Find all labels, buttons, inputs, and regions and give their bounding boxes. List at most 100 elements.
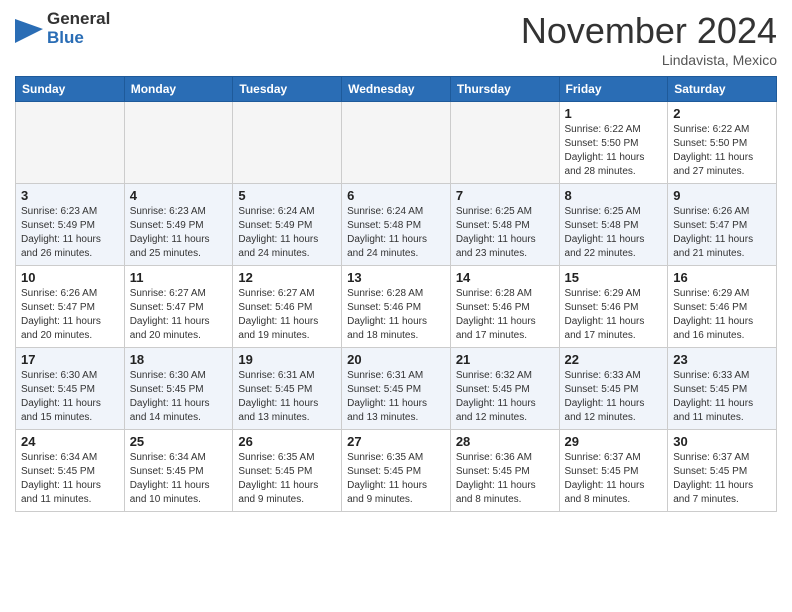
day-number: 24 [21,434,119,449]
calendar-day-cell: 20 Sunrise: 6:31 AMSunset: 5:45 PMDayligh… [342,348,451,430]
day-number: 12 [238,270,336,285]
day-info: Sunrise: 6:29 AMSunset: 5:46 PMDaylight:… [565,287,663,343]
day-info: Sunrise: 6:27 AMSunset: 5:47 PMDaylight:… [130,287,228,343]
day-info: Sunrise: 6:31 AMSunset: 5:45 PMDaylight:… [238,369,336,425]
day-info: Sunrise: 6:23 AMSunset: 5:49 PMDaylight:… [21,205,119,261]
calendar-day-cell: 13 Sunrise: 6:28 AMSunset: 5:46 PMDayligh… [342,266,451,348]
logo-general-text: General [47,10,110,29]
calendar-day-cell [342,102,451,184]
month-title: November 2024 [521,10,777,52]
day-info: Sunrise: 6:24 AMSunset: 5:49 PMDaylight:… [238,205,336,261]
day-number: 18 [130,352,228,367]
location: Lindavista, Mexico [521,52,777,68]
calendar-day-cell: 25 Sunrise: 6:34 AMSunset: 5:45 PMDayligh… [124,430,233,512]
calendar-day-cell: 16 Sunrise: 6:29 AMSunset: 5:46 PMDayligh… [668,266,777,348]
day-info: Sunrise: 6:29 AMSunset: 5:46 PMDaylight:… [673,287,771,343]
weekday-header: Wednesday [342,77,451,102]
calendar-day-cell: 11 Sunrise: 6:27 AMSunset: 5:47 PMDayligh… [124,266,233,348]
calendar-day-cell: 8 Sunrise: 6:25 AMSunset: 5:48 PMDaylight… [559,184,668,266]
logo-blue-text: Blue [47,29,110,48]
day-info: Sunrise: 6:26 AMSunset: 5:47 PMDaylight:… [673,205,771,261]
calendar-week-row: 24 Sunrise: 6:34 AMSunset: 5:45 PMDayligh… [16,430,777,512]
day-info: Sunrise: 6:37 AMSunset: 5:45 PMDaylight:… [673,451,771,507]
day-info: Sunrise: 6:28 AMSunset: 5:46 PMDaylight:… [347,287,445,343]
calendar-day-cell: 4Sunrise: 6:23 AMSunset: 5:49 PMDaylight… [124,184,233,266]
calendar-day-cell: 2 Sunrise: 6:22 AMSunset: 5:50 PMDaylight… [668,102,777,184]
calendar-day-cell: 30 Sunrise: 6:37 AMSunset: 5:45 PMDayligh… [668,430,777,512]
weekday-header-row: SundayMondayTuesdayWednesdayThursdayFrid… [16,77,777,102]
day-info: Sunrise: 6:34 AMSunset: 5:45 PMDaylight:… [21,451,119,507]
logo-wrapper: General Blue [15,10,110,47]
calendar-day-cell [450,102,559,184]
calendar-day-cell: 29Sunrise: 6:37 AMSunset: 5:45 PMDayligh… [559,430,668,512]
day-number: 22 [565,352,663,367]
logo-triangle-icon [15,15,43,43]
calendar-day-cell: 5 Sunrise: 6:24 AMSunset: 5:49 PMDaylight… [233,184,342,266]
calendar-day-cell: 1 Sunrise: 6:22 AMSunset: 5:50 PMDaylight… [559,102,668,184]
calendar-week-row: 17 Sunrise: 6:30 AMSunset: 5:45 PMDayligh… [16,348,777,430]
calendar-day-cell: 14Sunrise: 6:28 AMSunset: 5:46 PMDayligh… [450,266,559,348]
day-info: Sunrise: 6:31 AMSunset: 5:45 PMDaylight:… [347,369,445,425]
day-number: 8 [565,188,663,203]
day-number: 10 [21,270,119,285]
day-number: 23 [673,352,771,367]
day-number: 2 [673,106,771,121]
calendar-day-cell: 15Sunrise: 6:29 AMSunset: 5:46 PMDayligh… [559,266,668,348]
day-number: 25 [130,434,228,449]
day-number: 27 [347,434,445,449]
day-info: Sunrise: 6:27 AMSunset: 5:46 PMDaylight:… [238,287,336,343]
day-info: Sunrise: 6:32 AMSunset: 5:45 PMDaylight:… [456,369,554,425]
calendar-day-cell [233,102,342,184]
day-info: Sunrise: 6:26 AMSunset: 5:47 PMDaylight:… [21,287,119,343]
day-number: 28 [456,434,554,449]
calendar-day-cell: 18 Sunrise: 6:30 AMSunset: 5:45 PMDayligh… [124,348,233,430]
day-number: 3 [21,188,119,203]
calendar-day-cell: 12 Sunrise: 6:27 AMSunset: 5:46 PMDayligh… [233,266,342,348]
page: General Blue November 2024 Lindavista, M… [0,0,792,527]
day-info: Sunrise: 6:34 AMSunset: 5:45 PMDaylight:… [130,451,228,507]
day-number: 17 [21,352,119,367]
day-number: 14 [456,270,554,285]
day-number: 1 [565,106,663,121]
calendar-week-row: 10 Sunrise: 6:26 AMSunset: 5:47 PMDayligh… [16,266,777,348]
calendar-day-cell: 10 Sunrise: 6:26 AMSunset: 5:47 PMDayligh… [16,266,125,348]
calendar-day-cell: 6 Sunrise: 6:24 AMSunset: 5:48 PMDaylight… [342,184,451,266]
day-info: Sunrise: 6:22 AMSunset: 5:50 PMDaylight:… [673,123,771,179]
calendar-day-cell: 24 Sunrise: 6:34 AMSunset: 5:45 PMDayligh… [16,430,125,512]
calendar-day-cell: 9 Sunrise: 6:26 AMSunset: 5:47 PMDaylight… [668,184,777,266]
day-info: Sunrise: 6:24 AMSunset: 5:48 PMDaylight:… [347,205,445,261]
header: General Blue November 2024 Lindavista, M… [15,10,777,68]
day-number: 9 [673,188,771,203]
day-number: 20 [347,352,445,367]
day-info: Sunrise: 6:30 AMSunset: 5:45 PMDaylight:… [130,369,228,425]
weekday-header: Sunday [16,77,125,102]
calendar-day-cell: 21 Sunrise: 6:32 AMSunset: 5:45 PMDayligh… [450,348,559,430]
day-number: 21 [456,352,554,367]
calendar-day-cell: 26Sunrise: 6:35 AMSunset: 5:45 PMDayligh… [233,430,342,512]
title-block: November 2024 Lindavista, Mexico [521,10,777,68]
calendar-day-cell [124,102,233,184]
day-info: Sunrise: 6:25 AMSunset: 5:48 PMDaylight:… [565,205,663,261]
day-number: 7 [456,188,554,203]
day-info: Sunrise: 6:33 AMSunset: 5:45 PMDaylight:… [565,369,663,425]
day-number: 29 [565,434,663,449]
calendar-day-cell: 7Sunrise: 6:25 AMSunset: 5:48 PMDaylight… [450,184,559,266]
calendar-day-cell: 17 Sunrise: 6:30 AMSunset: 5:45 PMDayligh… [16,348,125,430]
day-number: 11 [130,270,228,285]
calendar: SundayMondayTuesdayWednesdayThursdayFrid… [15,76,777,512]
calendar-day-cell: 19 Sunrise: 6:31 AMSunset: 5:45 PMDayligh… [233,348,342,430]
day-info: Sunrise: 6:22 AMSunset: 5:50 PMDaylight:… [565,123,663,179]
calendar-week-row: 1 Sunrise: 6:22 AMSunset: 5:50 PMDaylight… [16,102,777,184]
day-number: 13 [347,270,445,285]
day-info: Sunrise: 6:30 AMSunset: 5:45 PMDaylight:… [21,369,119,425]
day-info: Sunrise: 6:23 AMSunset: 5:49 PMDaylight:… [130,205,228,261]
day-number: 19 [238,352,336,367]
day-number: 5 [238,188,336,203]
day-number: 16 [673,270,771,285]
calendar-week-row: 3 Sunrise: 6:23 AMSunset: 5:49 PMDaylight… [16,184,777,266]
calendar-day-cell: 28 Sunrise: 6:36 AMSunset: 5:45 PMDayligh… [450,430,559,512]
day-info: Sunrise: 6:36 AMSunset: 5:45 PMDaylight:… [456,451,554,507]
day-number: 6 [347,188,445,203]
day-number: 30 [673,434,771,449]
weekday-header: Friday [559,77,668,102]
